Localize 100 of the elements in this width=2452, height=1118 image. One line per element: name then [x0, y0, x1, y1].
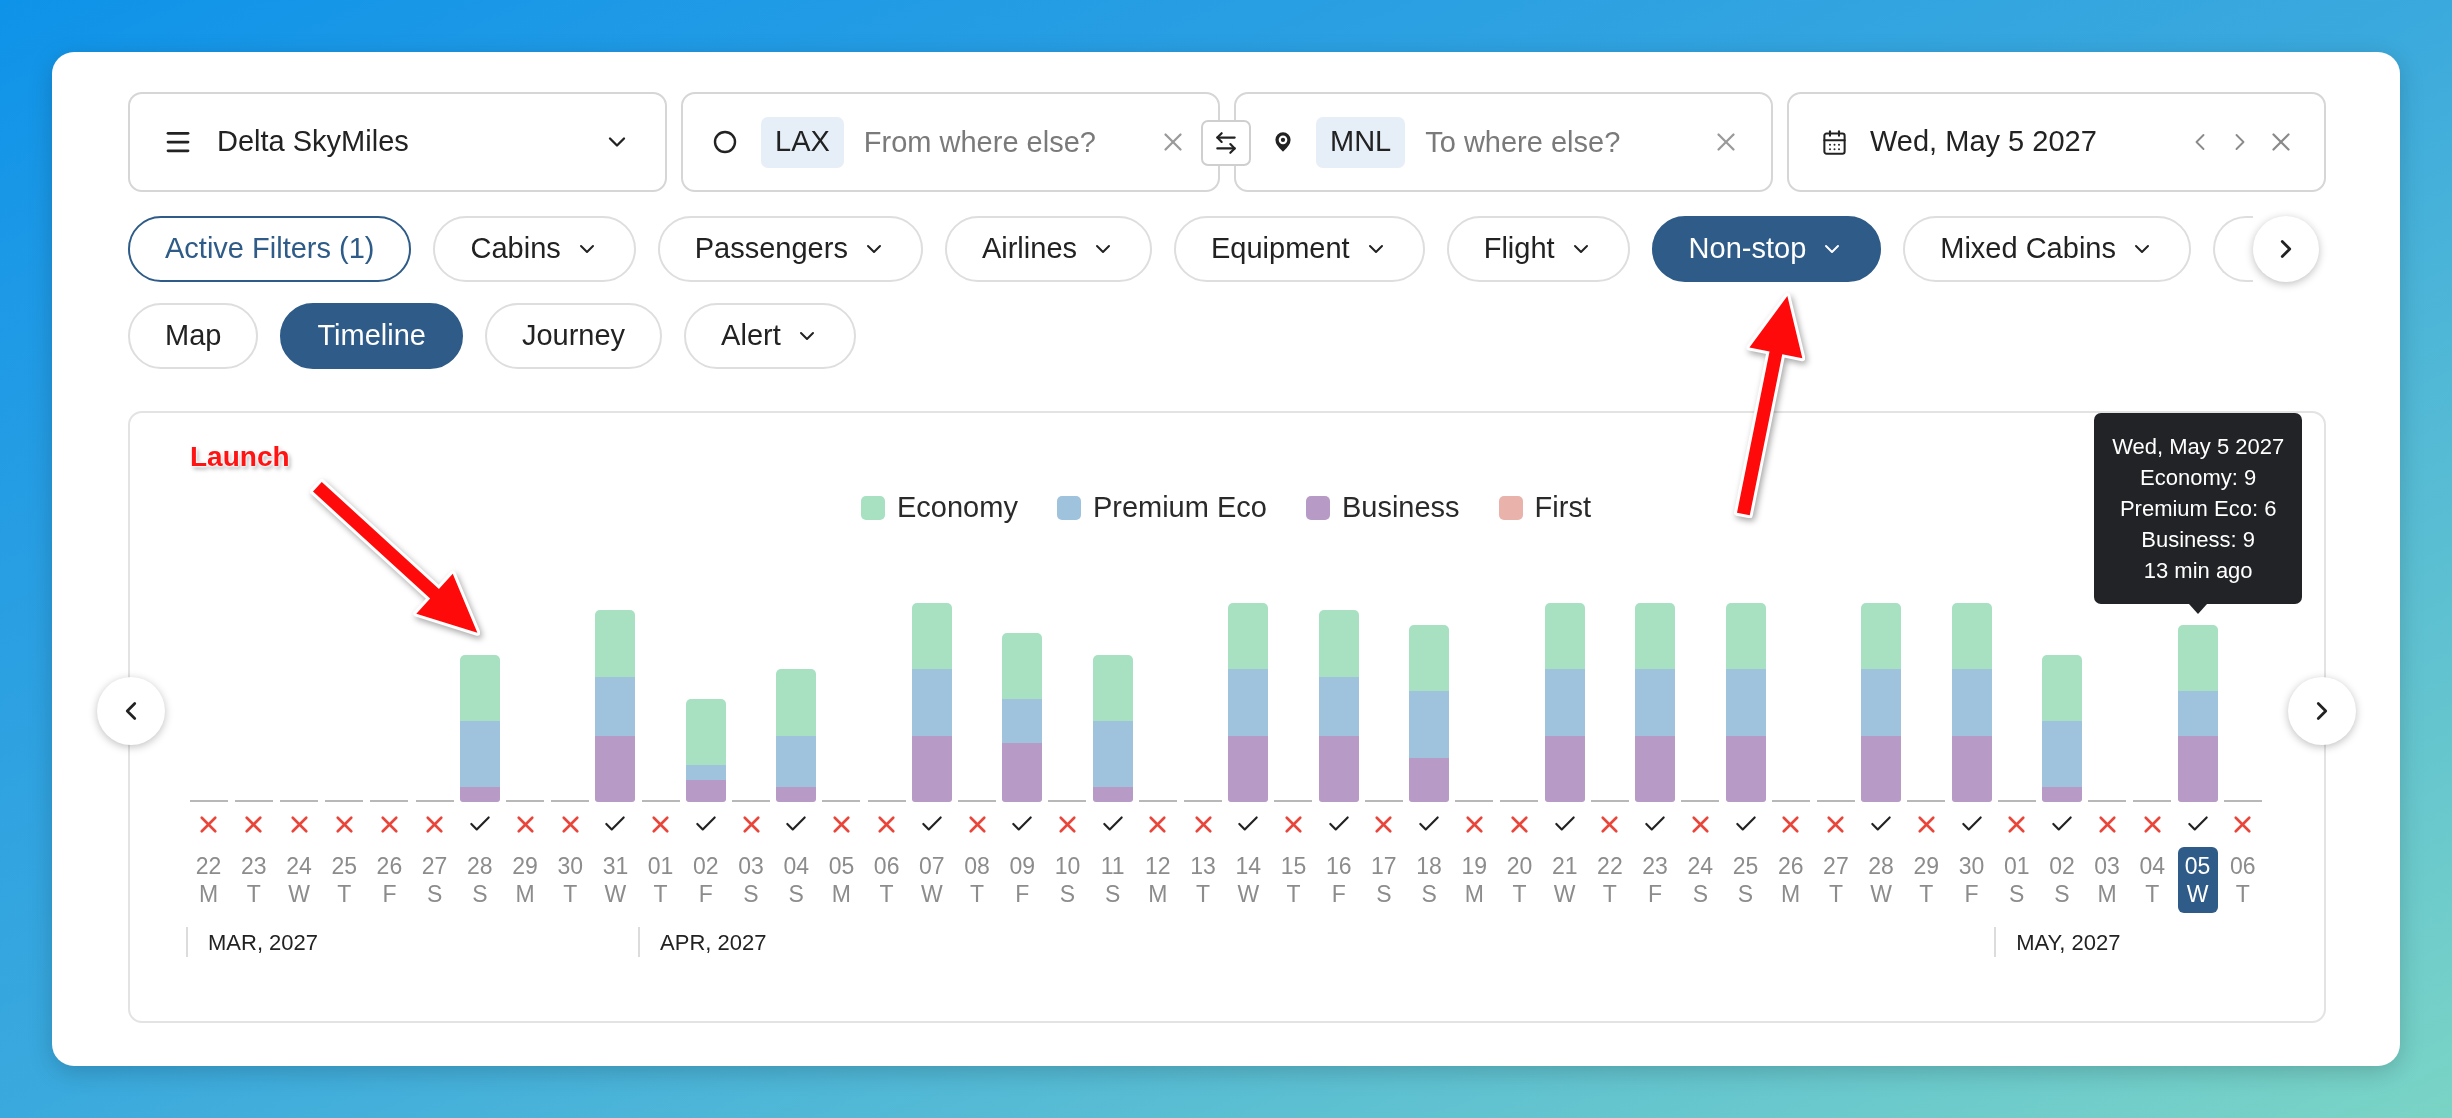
- premium-eco-bar: [776, 735, 817, 788]
- economy-bar: [1092, 654, 1133, 721]
- month-label: MAR, 2027: [208, 928, 319, 957]
- day-button[interactable]: 25 S: [1725, 847, 1766, 913]
- baseline-dash: [1590, 800, 1629, 802]
- scroll-right-button[interactable]: [2253, 216, 2319, 282]
- premium-eco-bar: [1228, 669, 1269, 736]
- filter-dropdown[interactable]: Airlines: [944, 216, 1152, 282]
- day-button[interactable]: 04 S: [776, 847, 817, 913]
- filter-dropdown[interactable]: Flight: [1446, 216, 1630, 282]
- baseline-dash: [641, 800, 680, 802]
- day-button[interactable]: 27 S: [414, 847, 455, 913]
- view-tab[interactable]: Map: [128, 303, 259, 369]
- legend-label: Business: [1341, 490, 1460, 526]
- day-button[interactable]: 30 F: [1951, 847, 1992, 913]
- business-bar: [1861, 735, 1902, 802]
- day-button[interactable]: 23 F: [1635, 847, 1676, 913]
- day-button[interactable]: 14 W: [1228, 847, 1269, 913]
- day-button[interactable]: 20 T: [1499, 847, 1540, 913]
- premium-eco-bar: [1002, 698, 1043, 744]
- business-bar: [1635, 735, 1676, 802]
- day-button[interactable]: 01 S: [1996, 847, 2037, 913]
- economy-bar: [1861, 603, 1902, 670]
- economy-bar: [685, 698, 726, 766]
- destination-field[interactable]: MNL To where else?: [1234, 92, 1773, 192]
- filter-dropdown[interactable]: Mixed Cabins: [1903, 216, 2191, 282]
- origin-input[interactable]: From where else?: [863, 117, 1158, 167]
- baseline-dash: [1455, 800, 1494, 802]
- baseline-dash: [822, 800, 861, 802]
- view-tab[interactable]: Journey: [484, 303, 663, 369]
- day-button[interactable]: 13 T: [1183, 847, 1224, 913]
- destination-input[interactable]: To where else?: [1425, 117, 1711, 167]
- tooltip-text: Premium Eco: 6: [2119, 495, 2277, 523]
- day-button[interactable]: 06 T: [2222, 847, 2263, 913]
- economy-bar: [2177, 625, 2218, 692]
- day-button[interactable]: 12 M: [1137, 847, 1178, 913]
- alert-dropdown[interactable]: Alert: [684, 303, 856, 369]
- day-button[interactable]: 29 T: [1906, 847, 1947, 913]
- day-button[interactable]: 17 S: [1363, 847, 1404, 913]
- economy-bar: [1544, 603, 1585, 670]
- day-button[interactable]: 11 S: [1092, 847, 1133, 913]
- day-button[interactable]: 04 T: [2132, 847, 2173, 913]
- day-button[interactable]: 02 S: [2041, 847, 2082, 913]
- day-button[interactable]: 10 S: [1047, 847, 1088, 913]
- baseline-dash: [1364, 800, 1403, 802]
- day-button[interactable]: 27 T: [1815, 847, 1856, 913]
- day-button[interactable]: 25 T: [324, 847, 365, 913]
- day-button[interactable]: 28 W: [1861, 847, 1902, 913]
- view-tab[interactable]: Timeline: [280, 303, 463, 369]
- day-button[interactable]: 28 S: [459, 847, 500, 913]
- premium-eco-bar: [595, 676, 636, 736]
- day-button[interactable]: 06 T: [866, 847, 907, 913]
- day-button[interactable]: 22 T: [1589, 847, 1630, 913]
- date-value[interactable]: Wed, May 5 2027: [1870, 120, 2186, 164]
- active-filters-button[interactable]: Active Filters (1): [128, 216, 412, 282]
- day-button[interactable]: 31 W: [595, 847, 636, 913]
- filter-dropdown[interactable]: Cabins: [433, 216, 636, 282]
- baseline-dash: [234, 800, 273, 802]
- baseline-dash: [1048, 800, 1087, 802]
- day-button[interactable]: 29 M: [505, 847, 545, 913]
- swap-button[interactable]: [1201, 120, 1251, 166]
- day-button[interactable]: 16 F: [1318, 847, 1359, 913]
- business-bar: [2041, 787, 2082, 802]
- airport-code-chip[interactable]: MNL: [1316, 116, 1406, 168]
- day-button[interactable]: 24 S: [1680, 847, 1721, 913]
- day-button[interactable]: 15 T: [1273, 847, 1314, 913]
- premium-eco-bar: [2041, 720, 2082, 788]
- day-button[interactable]: 30 T: [550, 847, 591, 913]
- business-bar: [911, 735, 952, 802]
- day-button[interactable]: 19 M: [1454, 847, 1495, 913]
- filter-dropdown[interactable]: Equipment: [1174, 216, 1425, 282]
- baseline-dash: [1274, 800, 1313, 802]
- day-button[interactable]: 03 M: [2087, 847, 2128, 913]
- day-button[interactable]: 24 W: [279, 847, 319, 913]
- day-button[interactable]: 21 W: [1544, 847, 1585, 913]
- filter-dropdown[interactable]: Non-stop: [1651, 216, 1882, 282]
- baseline-dash: [1500, 800, 1539, 802]
- program-select[interactable]: Delta SkyMiles: [128, 92, 667, 192]
- day-button[interactable]: 22 M: [188, 847, 229, 913]
- filter-dropdown[interactable]: Passengers: [657, 216, 923, 282]
- day-button[interactable]: 07 W: [911, 847, 952, 913]
- airport-code-chip[interactable]: LAX: [761, 116, 844, 168]
- economy-bar: [459, 654, 500, 721]
- legend-label: Economy: [897, 490, 1018, 526]
- circle-icon: [713, 130, 737, 154]
- day-button[interactable]: 01 T: [640, 847, 681, 913]
- day-button[interactable]: 26 M: [1770, 847, 1811, 913]
- day-button[interactable]: 05 W: [2177, 847, 2218, 913]
- day-button[interactable]: 26 F: [369, 847, 410, 913]
- day-button[interactable]: 03 S: [731, 847, 772, 913]
- day-button[interactable]: 08 T: [957, 847, 998, 913]
- origin-field[interactable]: LAX From where else?: [681, 92, 1220, 192]
- economy-bar: [1635, 603, 1676, 670]
- day-button[interactable]: 05 M: [821, 847, 862, 913]
- day-button[interactable]: 23 T: [233, 847, 274, 913]
- day-button[interactable]: 09 F: [1002, 847, 1043, 913]
- day-button[interactable]: 02 F: [685, 847, 726, 913]
- day-button[interactable]: 18 S: [1409, 847, 1450, 913]
- economy-bar: [2041, 654, 2082, 721]
- annotation-label: Launch: [190, 440, 290, 474]
